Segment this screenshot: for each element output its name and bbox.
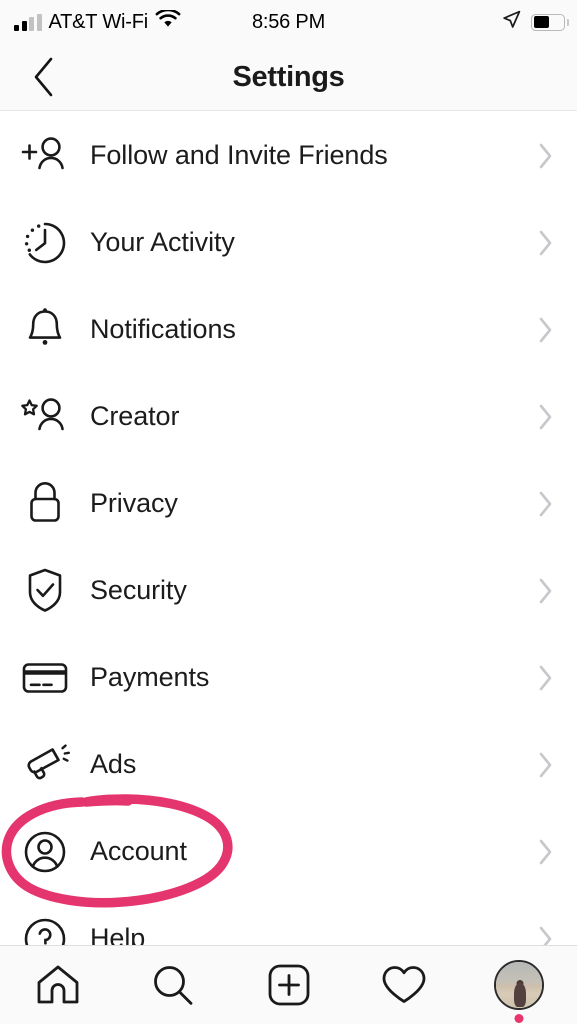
list-item-account[interactable]: Account (0, 808, 577, 895)
avatar-image-detail (514, 982, 527, 1007)
location-arrow-icon (502, 10, 521, 34)
list-item-security[interactable]: Security (0, 547, 577, 634)
settings-list[interactable]: Follow and Invite Friends Your Activity (0, 112, 577, 945)
chevron-right-icon (515, 316, 577, 344)
shield-check-icon (0, 547, 90, 634)
heart-icon (382, 966, 426, 1003)
list-item-label: Ads (90, 749, 137, 779)
home-icon (37, 965, 79, 1004)
chevron-right-icon (515, 925, 577, 945)
tab-activity[interactable] (346, 946, 461, 1025)
list-item-label: Privacy (90, 488, 178, 518)
chevron-right-icon (515, 229, 577, 257)
list-item-label: Account (90, 836, 187, 866)
list-item-help[interactable]: Help (0, 895, 577, 945)
list-item-notifications[interactable]: Notifications (0, 286, 577, 373)
status-bar: AT&T Wi-Fi 8:56 PM (0, 0, 577, 44)
chevron-right-icon (515, 142, 577, 170)
status-bar-center: 8:56 PM (0, 0, 577, 44)
profile-avatar[interactable] (494, 960, 545, 1023)
clock-label: 8:56 PM (251, 10, 326, 33)
star-person-icon (0, 373, 90, 460)
megaphone-icon (0, 721, 90, 808)
chevron-right-icon (515, 577, 577, 605)
list-item-label: Payments (90, 662, 210, 692)
list-item-label: Your Activity (90, 227, 235, 257)
tab-search[interactable] (115, 946, 230, 1025)
tab-home[interactable] (0, 946, 115, 1025)
list-item-label: Notifications (90, 314, 236, 344)
add-person-icon (0, 112, 90, 199)
lock-icon (0, 460, 90, 547)
tab-create[interactable] (231, 946, 346, 1025)
user-circle-icon (0, 808, 90, 895)
chevron-right-icon (515, 403, 577, 431)
list-item-ads[interactable]: Ads (0, 721, 577, 808)
list-item-privacy[interactable]: Privacy (0, 460, 577, 547)
question-circle-icon (0, 895, 90, 945)
list-item-label: Creator (90, 401, 180, 431)
credit-card-icon (0, 634, 90, 721)
list-item-creator[interactable]: Creator (0, 373, 577, 460)
list-item-payments[interactable]: Payments (0, 634, 577, 721)
plus-square-icon (268, 964, 309, 1006)
status-bar-right (502, 0, 569, 44)
profile-notification-dot (514, 1014, 524, 1023)
bottom-tab-bar (0, 945, 577, 1024)
bell-icon (0, 286, 90, 373)
battery-icon (531, 13, 569, 31)
chevron-right-icon (515, 751, 577, 779)
chevron-right-icon (515, 490, 577, 518)
nav-header: Settings (0, 44, 577, 111)
list-item-your-activity[interactable]: Your Activity (0, 199, 577, 286)
page-title: Settings (232, 60, 345, 93)
list-item-follow-and-invite-friends[interactable]: Follow and Invite Friends (0, 112, 577, 199)
chevron-right-icon (515, 664, 577, 692)
clock-activity-icon (0, 199, 90, 286)
list-item-label: Help (90, 923, 146, 945)
search-icon (154, 966, 193, 1005)
chevron-right-icon (515, 838, 577, 866)
list-item-label: Security (90, 575, 187, 605)
avatar-ring (494, 960, 545, 1010)
tab-profile[interactable] (462, 946, 577, 1025)
list-item-label: Follow and Invite Friends (90, 140, 388, 170)
settings-screen: AT&T Wi-Fi 8:56 PM Settings Follow and I… (0, 0, 577, 1024)
